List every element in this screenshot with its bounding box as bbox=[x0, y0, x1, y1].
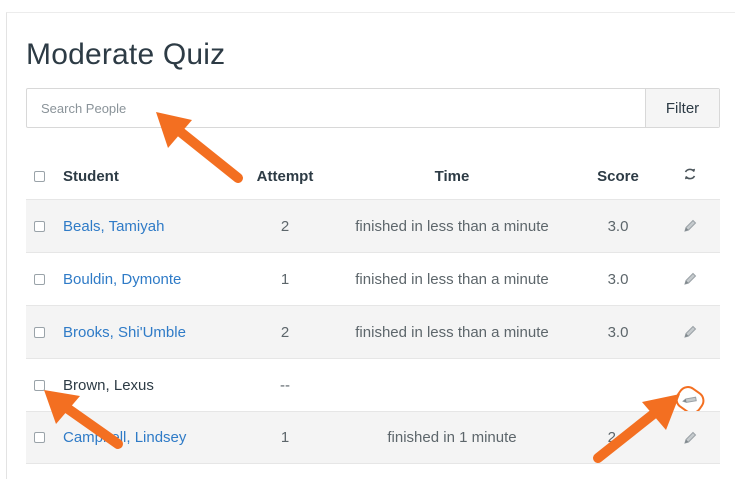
filter-button[interactable]: Filter bbox=[645, 89, 719, 127]
student-name[interactable]: Bouldin, Dymonte bbox=[63, 271, 181, 288]
attempt-value: 1 bbox=[280, 270, 290, 288]
student-name[interactable]: Brooks, Shi'Umble bbox=[63, 324, 186, 341]
table-row: Campbell, Lindsey 1 finished in 1 minute 2.… bbox=[26, 411, 720, 464]
table-row: Beals, Tamiyah 2 finished in less than a m… bbox=[26, 199, 720, 252]
score-value bbox=[584, 359, 652, 411]
time-value: finished in less than a minute bbox=[355, 323, 549, 341]
students-table: Student Attempt Time Score Beals, Tamiya… bbox=[26, 153, 720, 464]
table-header-row: Student Attempt Time Score bbox=[26, 153, 720, 199]
score-value: 2.0 bbox=[607, 429, 629, 446]
row-checkbox[interactable] bbox=[33, 326, 45, 338]
column-header-student[interactable]: Student bbox=[63, 153, 243, 199]
refresh-icon[interactable] bbox=[683, 167, 697, 185]
time-value: finished in less than a minute bbox=[355, 270, 549, 288]
row-checkbox[interactable] bbox=[33, 220, 45, 232]
student-name[interactable]: Campbell, Lindsey bbox=[63, 429, 186, 446]
attempt-value: 2 bbox=[280, 323, 290, 341]
table-row: Brooks, Shi'Umble 2 finished in less than … bbox=[26, 305, 720, 358]
row-checkbox[interactable] bbox=[33, 273, 45, 285]
attempt-value: -- bbox=[280, 376, 290, 394]
select-all-checkbox[interactable] bbox=[33, 170, 45, 182]
table-row: Bouldin, Dymonte 1 finished in less than a… bbox=[26, 252, 720, 305]
pencil-icon[interactable] bbox=[682, 218, 698, 234]
row-checkbox[interactable] bbox=[33, 379, 45, 391]
attempt-value: 1 bbox=[280, 429, 290, 446]
column-header-score[interactable]: Score bbox=[584, 153, 652, 199]
pencil-icon[interactable] bbox=[682, 271, 698, 287]
student-name[interactable]: Beals, Tamiyah bbox=[63, 218, 164, 235]
time-value: finished in less than a minute bbox=[355, 217, 549, 235]
search-bar: Filter bbox=[26, 88, 720, 128]
page-title: Moderate Quiz bbox=[26, 38, 226, 71]
attempt-value: 2 bbox=[280, 217, 290, 235]
time-value: finished in 1 minute bbox=[387, 429, 517, 446]
pencil-icon[interactable] bbox=[682, 430, 698, 446]
column-header-attempt[interactable]: Attempt bbox=[246, 153, 324, 199]
time-value bbox=[326, 359, 578, 411]
column-header-time[interactable]: Time bbox=[326, 153, 578, 199]
score-value: 3.0 bbox=[607, 217, 629, 235]
pencil-icon[interactable] bbox=[682, 324, 698, 340]
score-value: 3.0 bbox=[607, 270, 629, 288]
score-value: 3.0 bbox=[607, 323, 629, 341]
table-row: Brown, Lexus -- bbox=[26, 358, 720, 418]
search-input[interactable] bbox=[27, 89, 645, 127]
row-checkbox[interactable] bbox=[33, 432, 45, 443]
student-name: Brown, Lexus bbox=[63, 376, 154, 394]
